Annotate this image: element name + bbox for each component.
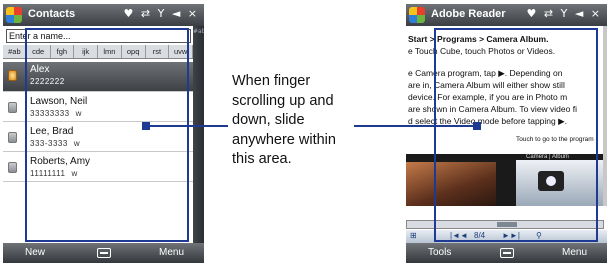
letter-tab[interactable]: #ab	[3, 45, 27, 58]
status-icons: ♥ ⇄ Y ◄ ×	[526, 7, 602, 20]
connector-line-left	[146, 125, 228, 127]
scroll-area-frame-left	[25, 28, 189, 242]
connector-line-right	[354, 125, 474, 127]
tools-softkey[interactable]: Tools	[428, 247, 451, 258]
keyboard-icon[interactable]	[96, 248, 111, 258]
title-bar: Adobe Reader ♥ ⇄ Y ◄ ×	[406, 4, 607, 26]
alphabet-index-strip[interactable]: #abcdefghijklmnopqrstuvwxyz	[193, 26, 204, 243]
softkey-bar: New Menu	[3, 243, 204, 263]
menu-softkey[interactable]: Menu	[159, 247, 184, 258]
keyboard-icon[interactable]	[499, 248, 514, 258]
menu-softkey[interactable]: Menu	[562, 247, 587, 258]
contact-card-icon	[8, 70, 17, 81]
vertical-scrollbar[interactable]	[603, 26, 607, 206]
contact-card-icon	[8, 132, 17, 143]
scroll-area-marker-right	[473, 122, 481, 130]
status-icons: ♥ ⇄ Y ◄ ×	[123, 7, 199, 20]
new-softkey[interactable]: New	[25, 247, 45, 258]
app-title: Contacts	[28, 8, 76, 20]
scroll-area-frame-right	[434, 28, 598, 242]
softkey-bar: Tools Menu	[406, 243, 607, 263]
contact-card-icon	[8, 102, 17, 113]
app-title: Adobe Reader	[431, 8, 506, 20]
zoom-icon[interactable]: ⊞	[410, 231, 417, 240]
start-menu-icon[interactable]	[409, 7, 425, 23]
title-bar: Contacts ♥ ⇄ Y ◄ ×	[3, 4, 204, 26]
contact-card-icon	[8, 162, 17, 173]
instruction-callout: When finger scrolling up and down, slide…	[232, 73, 336, 167]
start-menu-icon[interactable]	[6, 7, 22, 23]
